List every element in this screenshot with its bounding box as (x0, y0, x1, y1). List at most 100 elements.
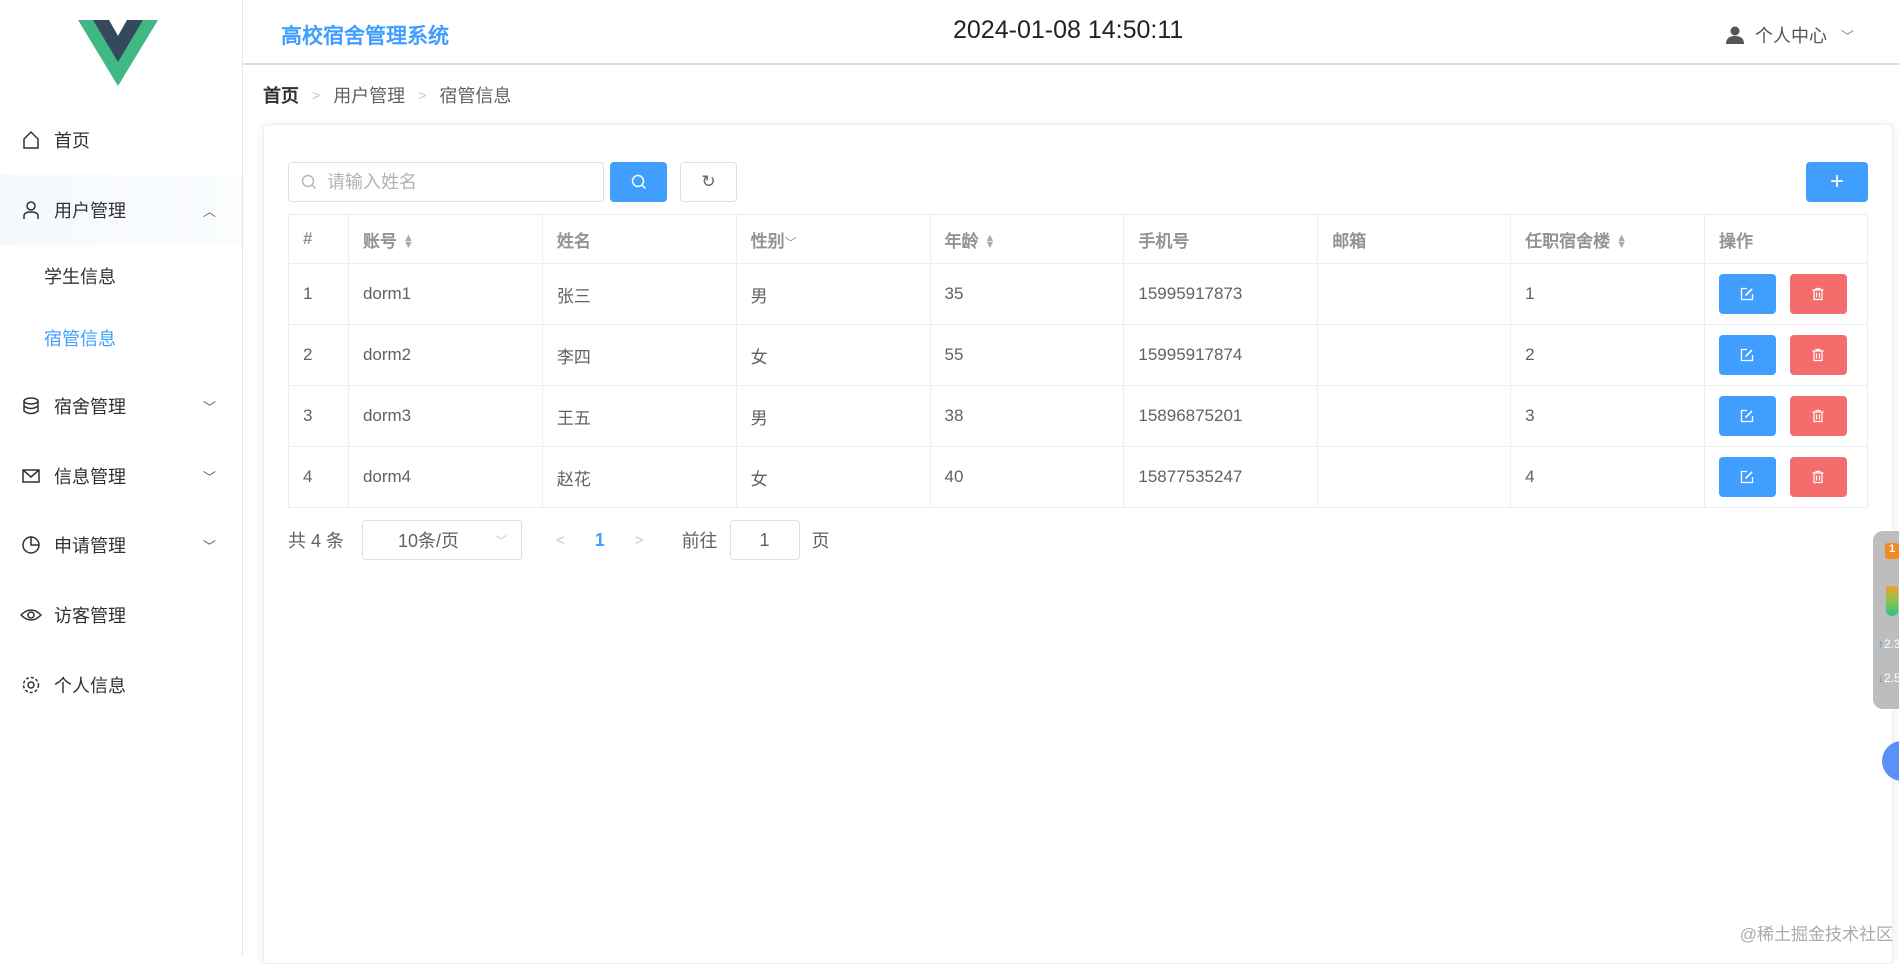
sidebar-item-label: 申请管理 (54, 536, 126, 556)
upload-speed: ↑2.3 (1878, 637, 1899, 651)
cell-phone: 15995917874 (1123, 324, 1319, 386)
col-email: 邮箱 (1317, 214, 1512, 264)
cell-gender: 男 (735, 385, 931, 447)
col-building[interactable]: 任职宿舍楼 ▲ ▼ (1510, 214, 1705, 264)
cell-phone: 15896875201 (1123, 385, 1319, 447)
sort-icon[interactable]: ▲ ▼ (985, 233, 996, 251)
cell-building: 4 (1510, 446, 1705, 508)
edit-button[interactable] (1718, 457, 1776, 497)
goto-page-input[interactable]: 1 (729, 520, 800, 560)
col-label: 性别 (750, 231, 785, 251)
edit-icon (1741, 287, 1754, 301)
trash-icon (1812, 348, 1824, 362)
plus-icon: + (1829, 168, 1844, 195)
sidebar-item-personal-info[interactable]: 个人信息 (0, 650, 242, 720)
sidebar-item-dorm-management[interactable]: 宿舍管理 ﹀ (0, 371, 242, 441)
cell-index: 3 (288, 385, 349, 447)
chevron-down-icon: ﹀ (202, 469, 216, 485)
page-number-1[interactable]: 1 (595, 530, 605, 551)
add-button[interactable]: + (1806, 162, 1868, 202)
pie-chart-icon (20, 534, 42, 556)
chevron-down-icon: ﹀ (202, 538, 216, 554)
reset-button[interactable]: ↻ (680, 162, 737, 202)
sidebar-item-label: 学生信息 (44, 267, 116, 287)
delete-button[interactable] (1789, 335, 1847, 375)
sidebar-item-info-management[interactable]: 信息管理 ﹀ (0, 441, 242, 511)
refresh-icon: ↻ (701, 172, 716, 191)
table-row: 3 dorm3 王五男 38 15896875201 3 (288, 385, 1869, 447)
cell-age: 35 (929, 263, 1125, 325)
cell-actions (1703, 446, 1869, 508)
cell-account: dorm2 (347, 324, 543, 386)
table-row: 1 dorm1 张三男 35 15995917873 1 (288, 263, 1869, 325)
sidebar-item-label: 访客管理 (54, 606, 126, 626)
edit-button[interactable] (1718, 274, 1776, 314)
cell-building: 2 (1510, 324, 1705, 386)
sidebar-item-visitor-management[interactable]: 访客管理 (0, 580, 242, 650)
trash-icon (1812, 470, 1824, 484)
cell-index: 4 (288, 446, 349, 508)
cell-account: dorm4 (347, 446, 543, 508)
sidebar-item-student-info[interactable]: 学生信息 (0, 245, 242, 307)
database-icon (20, 395, 42, 417)
delete-button[interactable] (1789, 457, 1847, 497)
page-suffix: 页 (811, 531, 830, 551)
sort-icon[interactable]: ▲ ▼ (403, 233, 414, 251)
col-gender[interactable]: 性别﹀ (735, 214, 931, 264)
edit-button[interactable] (1718, 335, 1776, 375)
home-icon (20, 129, 42, 151)
cell-account: dorm3 (347, 385, 543, 447)
user-center-dropdown[interactable]: 个人中心 ﹀ (1725, 22, 1854, 48)
sidebar-item-label: 信息管理 (54, 467, 126, 487)
chevron-down-icon: ﹀ (1840, 28, 1854, 44)
breadcrumb-current: 宿管信息 (439, 86, 512, 106)
user-avatar-icon (1725, 26, 1744, 44)
delete-button[interactable] (1789, 274, 1847, 314)
sidebar-item-label: 用户管理 (54, 201, 126, 221)
app-title: 高校宿舍管理系统 (281, 25, 449, 48)
gear-icon (20, 674, 42, 696)
chevron-right-icon: > (418, 87, 427, 103)
filter-chevron-icon[interactable]: ﹀ (785, 236, 797, 250)
cell-email (1317, 263, 1512, 325)
top-header: 高校宿舍管理系统 2024-01-08 14:50:11 个人中心 ﹀ (243, 0, 1899, 65)
sidebar-item-label: 首页 (54, 131, 90, 151)
sidebar-item-label: 宿管信息 (44, 329, 116, 349)
breadcrumb-user-management: 用户管理 (333, 86, 406, 106)
sidebar-item-dorm-manager-info[interactable]: 宿管信息 (0, 307, 242, 369)
cell-name: 李四 (541, 324, 737, 386)
delete-button[interactable] (1789, 396, 1847, 436)
gauge-icon (1886, 586, 1898, 616)
search-field[interactable] (288, 162, 604, 202)
network-speed-widget[interactable]: 1 ↑2.3 ↓2.5 (1873, 531, 1899, 709)
cell-gender: 女 (735, 446, 931, 508)
total-count: 共 4 条 (288, 531, 345, 551)
edit-button[interactable] (1718, 396, 1776, 436)
next-page-button[interactable]: > (635, 532, 644, 549)
col-age[interactable]: 年龄 ▲ ▼ (929, 214, 1125, 264)
page-size-select[interactable]: 10条/页 ﹀ (362, 520, 523, 560)
cell-gender: 女 (735, 324, 931, 386)
cell-name: 王五 (541, 385, 737, 447)
sidebar-item-label: 宿舍管理 (54, 397, 126, 417)
edit-icon (1741, 470, 1754, 484)
cell-account: dorm1 (347, 263, 543, 325)
sidebar-item-home[interactable]: 首页 (0, 105, 242, 175)
chevron-up-icon: ︿ (202, 203, 216, 219)
search-icon (301, 174, 316, 189)
search-button[interactable] (610, 162, 667, 202)
cell-age: 55 (929, 324, 1125, 386)
sort-icon[interactable]: ▲ ▼ (1616, 233, 1627, 251)
sidebar-item-label: 个人信息 (54, 676, 126, 696)
breadcrumb-home[interactable]: 首页 (263, 82, 299, 108)
prev-page-button[interactable]: < (556, 532, 565, 549)
edit-icon (1741, 409, 1754, 423)
name-search-input[interactable] (327, 171, 587, 193)
table-row: 2 dorm2 李四女 55 15995917874 2 (288, 324, 1869, 386)
cell-actions (1703, 324, 1869, 386)
col-account[interactable]: 账号 ▲ ▼ (347, 214, 543, 264)
sidebar-item-application-management[interactable]: 申请管理 ﹀ (0, 510, 242, 580)
cell-actions (1703, 385, 1869, 447)
sidebar-item-user-management[interactable]: 用户管理 ︿ (0, 175, 242, 245)
cell-phone: 15995917873 (1123, 263, 1319, 325)
